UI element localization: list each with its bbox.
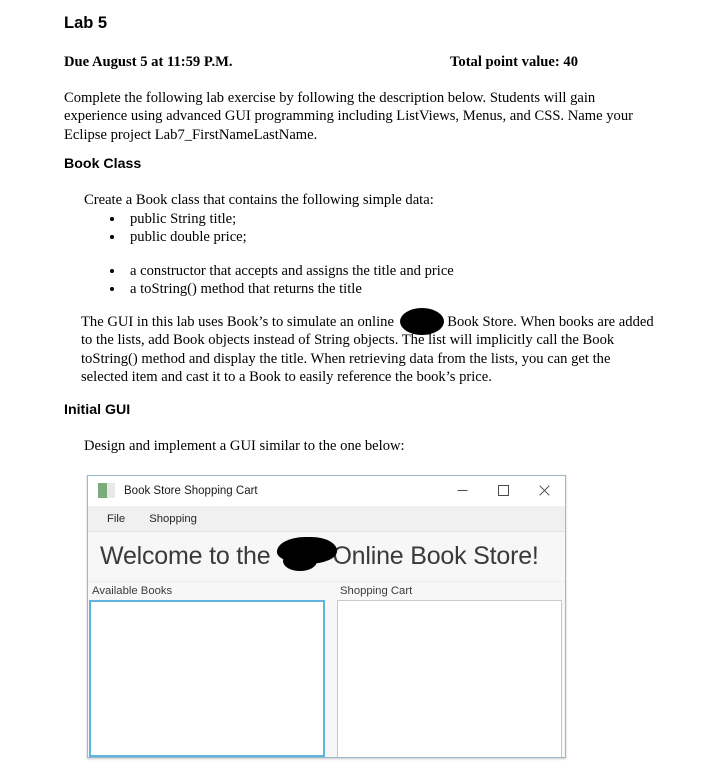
bullet-dot-icon (110, 235, 114, 240)
list-item: a constructor that accepts and assigns t… (84, 262, 454, 280)
bullet-dot-icon (110, 287, 114, 292)
due-date-text: Due August 5 at 11:59 P.M. (64, 54, 233, 70)
section-heading-initial-gui: Initial GUI (64, 402, 131, 418)
shopping-cart-label: Shopping Cart (340, 585, 413, 597)
welcome-text-part-1: Welcome to the (100, 542, 271, 570)
bullet-dot-icon (110, 269, 114, 273)
redaction-blob-banner-lower (283, 551, 317, 571)
menu-item-shopping[interactable]: Shopping (140, 510, 206, 528)
gui-paragraph-part-1: The GUI in this lab uses Book’s to simul… (81, 314, 398, 330)
list-item-label: a toString() method that returns the tit… (130, 281, 362, 298)
available-books-pane: Available Books (88, 582, 331, 757)
minimize-button[interactable] (442, 476, 483, 505)
window-title: Book Store Shopping Cart (124, 484, 258, 497)
list-item-label: a constructor that accepts and assigns t… (130, 263, 454, 279)
shopping-cart-listview[interactable] (337, 600, 562, 757)
maximize-button[interactable] (483, 476, 524, 505)
intro-paragraph: Complete the following lab exercise by f… (64, 90, 633, 143)
redaction-blob-paragraph (400, 308, 444, 335)
section-heading-book-class: Book Class (64, 156, 142, 172)
close-button[interactable] (524, 476, 565, 505)
design-instruction-line: Design and implement a GUI similar to th… (84, 438, 405, 454)
welcome-text-part-2: Online Book Store! (332, 542, 539, 570)
app-window-icon (98, 483, 115, 498)
list-item: a toString() method that returns the tit… (84, 280, 454, 298)
shopping-cart-pane: Shopping Cart (331, 582, 565, 757)
minimize-icon (457, 490, 468, 491)
book-fields-list: public String title; public double price… (84, 210, 247, 247)
list-item-label: public String title; (130, 211, 237, 227)
window-content-area: Available Books Shopping Cart (88, 582, 565, 757)
available-books-label: Available Books (92, 585, 173, 597)
total-points-text: Total point value: 40 (450, 54, 578, 70)
create-book-line: Create a Book class that contains the fo… (84, 192, 434, 208)
window-menubar: File Shopping (88, 506, 565, 532)
menu-item-file[interactable]: File (98, 510, 134, 528)
window-titlebar[interactable]: Book Store Shopping Cart (88, 476, 565, 506)
app-window: Book Store Shopping Cart File Shopping W… (87, 475, 566, 758)
list-item: public String title; (84, 210, 247, 228)
gui-description-paragraph: The GUI in this lab uses Book’s to simul… (81, 313, 657, 387)
list-item: public double price; (84, 228, 247, 246)
page-title: Lab 5 (64, 14, 108, 32)
available-books-listview[interactable] (89, 600, 325, 757)
close-icon (539, 485, 550, 496)
maximize-icon (498, 485, 509, 496)
book-methods-list: a constructor that accepts and assigns t… (84, 262, 454, 299)
list-item-label: public double price; (130, 229, 247, 246)
window-controls (442, 476, 565, 505)
bullet-dot-icon (110, 217, 114, 221)
document-page: Lab 5 Due August 5 at 11:59 P.M. Total p… (0, 0, 724, 778)
